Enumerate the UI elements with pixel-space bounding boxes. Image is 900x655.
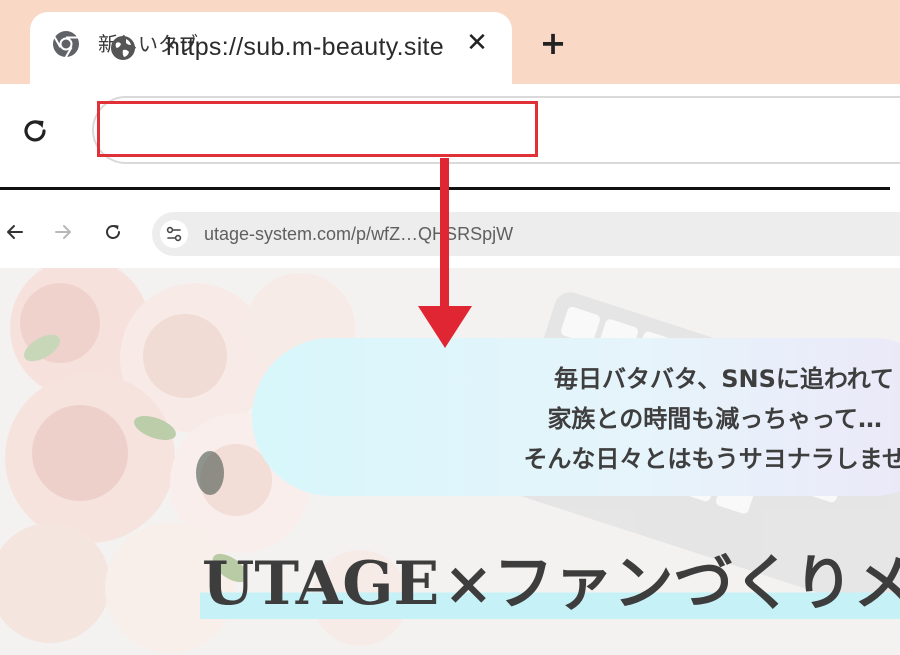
site-settings-icon[interactable] [160,220,188,248]
chrome-logo-icon [53,31,79,58]
back-arrow-icon[interactable] [6,223,24,241]
url-text[interactable]: https://sub.m-beauty.site [166,30,444,64]
red-arrow-icon [418,158,472,348]
forward-arrow-icon[interactable] [54,223,72,241]
bubble-line-1: 毎日バタバタ、SNSに追われて [553,365,894,393]
headline-part-1: UTAGE [200,549,442,619]
bubble-line-2: 家族との時間も減っちゃって… [547,405,882,433]
globe-icon [111,36,135,60]
bubble-line-3: そんな日々とはもうサヨナラしませんか [523,445,900,473]
new-tab-icon[interactable]: + [536,26,570,60]
reload-icon[interactable] [20,116,50,146]
speech-bubble: 毎日バタバタ、SNSに追われて 家族との時間も減っちゃって… そんな日々とはもう… [252,338,900,496]
tab-close-icon[interactable]: ✕ [462,28,492,58]
headline-part-2: ×ファンづくりメ [441,549,900,619]
hero-headline: UTAGE×ファンづくりメ [200,546,900,622]
url-highlight-box [97,101,538,157]
reload-small-icon[interactable] [104,223,122,241]
